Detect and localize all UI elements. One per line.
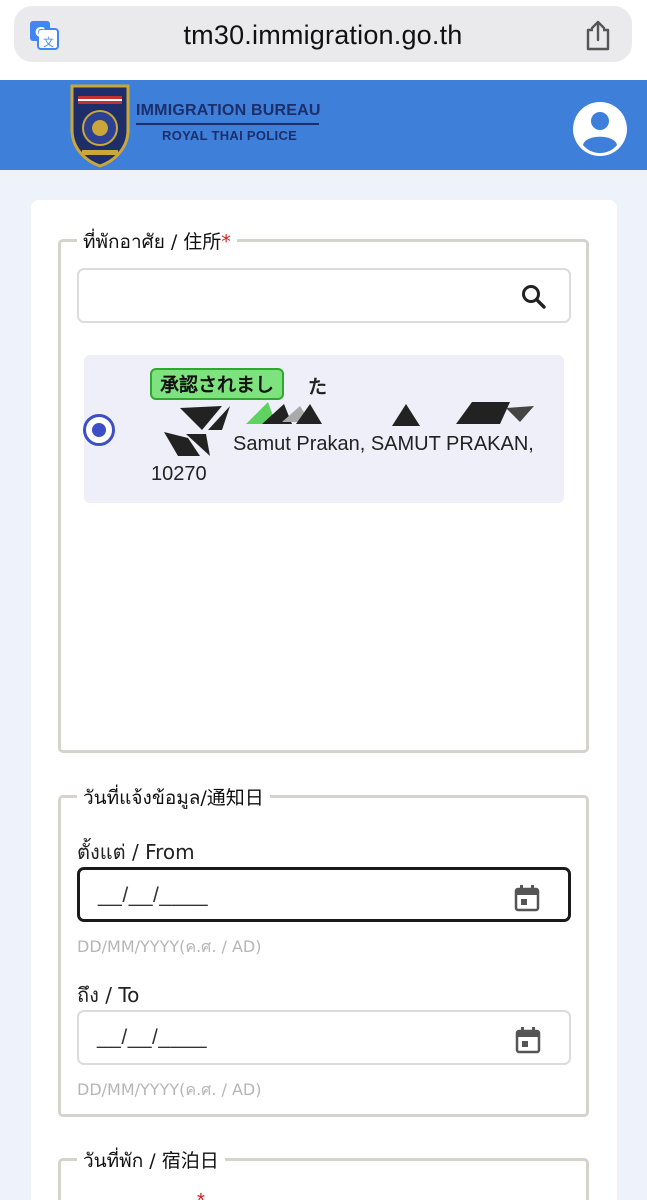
address-radio[interactable]: [83, 414, 115, 446]
site-header: IMMIGRATION BUREAU ROYAL THAI POLICE: [0, 80, 647, 170]
share-icon[interactable]: [584, 19, 612, 51]
stay-date-group: วันที่พัก / 宿泊日: [58, 1146, 589, 1200]
police-badge-logo: [70, 84, 130, 168]
residence-legend: ที่พักอาศัย / 住所*: [77, 227, 237, 257]
from-date-input[interactable]: __/__/____: [77, 867, 571, 922]
calendar-icon[interactable]: [514, 884, 540, 912]
org-subtitle: ROYAL THAI POLICE: [162, 128, 298, 143]
address-line: Samut Prakan, SAMUT PRAKAN,: [233, 433, 534, 455]
approved-badge: 承認されまし: [150, 368, 285, 400]
from-date-helper: DD/MM/YYYY(ค.ศ. / AD): [77, 937, 262, 956]
logo-divider: [136, 123, 319, 125]
approved-badge-suffix: た: [308, 376, 328, 398]
residence-search-input[interactable]: [77, 268, 571, 323]
to-date-helper: DD/MM/YYYY(ค.ศ. / AD): [77, 1080, 262, 1099]
calendar-icon[interactable]: [515, 1026, 541, 1054]
to-date-value: __/__/____: [97, 1026, 208, 1049]
user-account-icon[interactable]: [572, 101, 628, 157]
notify-date-legend: วันที่แจ้งข้อมูล/通知日: [77, 783, 270, 813]
from-label: ตั้งแต่ / From: [77, 840, 195, 864]
search-icon[interactable]: [521, 284, 547, 310]
from-date-value: __/__/____: [98, 884, 209, 907]
org-title: IMMIGRATION BUREAU: [136, 102, 321, 119]
browser-bar: G 文 tm30.immigration.go.th: [0, 0, 647, 80]
to-label: ถึง / To: [77, 983, 140, 1007]
address-postal-code: 10270: [151, 463, 207, 485]
stay-date-legend: วันที่พัก / 宿泊日: [77, 1146, 225, 1176]
url-text: tm30.immigration.go.th: [183, 20, 463, 50]
address-bar[interactable]: G 文 tm30.immigration.go.th: [14, 6, 632, 62]
radio-selected-dot: [92, 423, 106, 437]
to-date-input[interactable]: __/__/____: [77, 1010, 571, 1065]
stay-date-required-mark: *: [197, 1190, 205, 1200]
